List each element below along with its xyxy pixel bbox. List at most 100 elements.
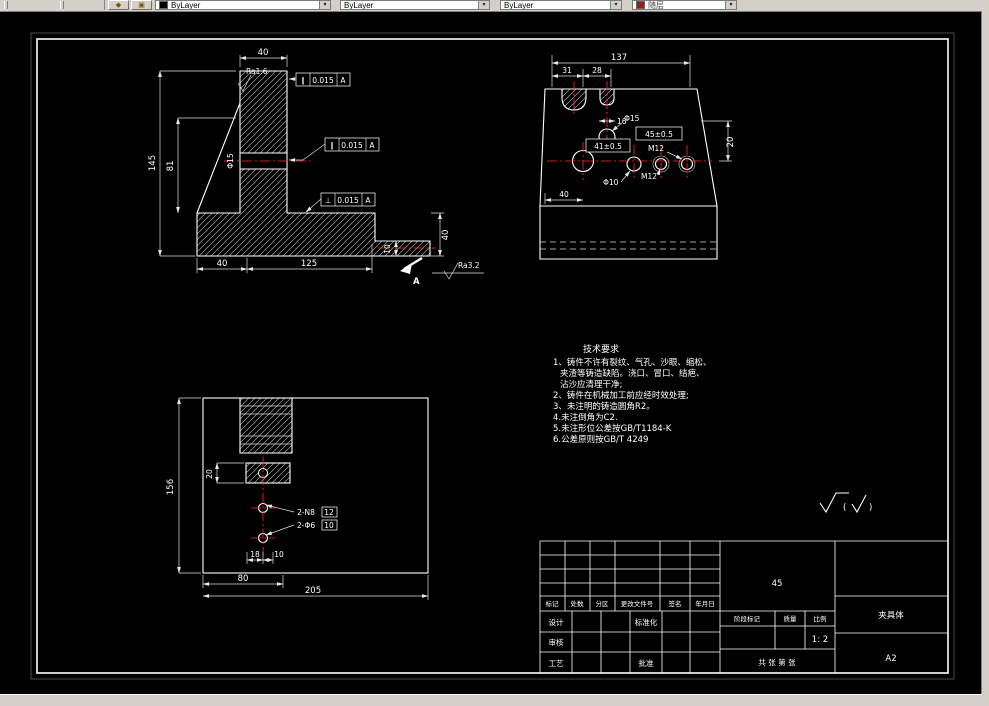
scale-value: 1: 2 [812,635,828,645]
tech-req-line: 6.公差原则按GB/T 4249 [553,434,648,445]
fcf-symbol: ⊥ [325,196,332,205]
technical-requirements: 技术要求 1、铸件不许有裂纹、气孔、沙眼、缩松、 夹渣等铸造缺陷。浇口、冒口、结… [553,343,711,445]
fcf-tolerance: 0.015 [337,196,359,205]
tech-req-line: 沾沙应清理干净; [560,379,622,390]
dim-label: 40 [559,190,569,199]
tech-req-line: 2、铸件在机械加工前应经时效处理; [553,390,689,401]
part-name: 夹具体 [878,610,904,621]
thread-note: M12 [648,144,664,153]
chevron-down-icon[interactable]: ▾ [725,1,736,9]
fcf-tolerance: 0.015 [312,76,334,85]
model-space-canvas[interactable]: 40 Ra1.6 ∥ 0.015 A ∥ 0.015 A ⊥ 0.015 A 1… [0,11,982,695]
tech-req-line: 夹渣等铸造缺陷。浇口、冒口、结疤、 [560,368,705,379]
hole-note: Φ10 [603,178,619,187]
tolerance-frame: ∥ 0.015 A [288,72,351,87]
fcf-datum: A [340,76,346,85]
fcf-tolerance: 0.015 [341,141,363,150]
material-value: 45 [772,579,783,589]
revision-header: 处数 [571,599,585,608]
layers-icon: ▣ [138,2,145,9]
tolerance-frame: ⊥ 0.015 A [305,192,376,213]
dim-label: 20 [205,469,214,479]
hole-note: Φ15 [624,114,640,123]
dim-label: 28 [592,66,602,75]
hole-note-depth: 12 [324,508,334,517]
stage-mark-label: 阶段标记 [734,614,761,623]
dim-label: 41±0.5 [594,142,622,151]
layer-tool-icon: ◆ [115,2,122,9]
linetype-control-combo[interactable]: ByLayer ▾ [340,0,490,10]
title-block: 标记 处数 分区 更改文件号 签名 年月日 设计 标准化 审核 工艺 批准 45… [539,540,948,673]
tech-req-line: 1、铸件不许有裂纹、气孔、沙眼、缩松、 [553,357,711,368]
hole-note-depth: 10 [324,521,334,530]
roughness-symbol-icon [851,494,867,514]
drawing-canvas[interactable]: 40 Ra1.6 ∥ 0.015 A ∥ 0.015 A ⊥ 0.015 A 1… [0,11,982,695]
dim-label: 80 [238,574,249,584]
hole-note: 2-Φ6 [297,521,315,530]
sheet-count: 共 张 第 张 [758,657,796,667]
chevron-down-icon[interactable]: ▾ [478,1,489,9]
revision-header: 年月日 [695,599,715,608]
dim-label: 10 [274,550,284,559]
fcf-symbol: ∥ [301,76,305,85]
plot-style-value: 随层 [648,0,664,10]
dim-label: 81 [166,161,176,172]
dim-label: 40 [217,259,228,269]
role-label-process: 工艺 [549,659,564,668]
fcf-datum: A [369,141,375,150]
drawing-frame [30,32,955,680]
sheet-size: A2 [885,654,896,664]
top-plan-view: 137 31 28 16 Φ15 41±0.5 45±0.5 M12 M12 Φ… [539,53,736,260]
fcf-symbol: ∥ [330,141,334,150]
toolbar-grip[interactable] [60,1,64,9]
layer-previous-button[interactable]: ▣ [131,0,152,10]
toolbar-grip[interactable] [4,1,8,9]
dim-label: 10 [383,244,392,254]
tech-req-line: 5.未注形位公差按GB/T1184-K [553,423,672,434]
color-control-combo[interactable]: ByLayer ▾ [155,0,331,10]
paren-open: ( [843,503,846,513]
plot-style-control-combo[interactable]: 随层 ▾ [632,0,737,10]
chevron-down-icon[interactable]: ▾ [610,1,621,9]
make-object-layer-current-button[interactable]: ◆ [108,0,129,10]
role-label-design: 设计 [549,617,564,627]
hole-note: 2-N8 [297,508,315,517]
lineweight-value: ByLayer [504,0,534,10]
tech-req-line: 3、未注明的铸造圆角R2。 [553,401,655,412]
dim-label: 31 [562,66,572,75]
vertical-scrollbar[interactable] [981,0,989,706]
dim-label: 40 [258,48,269,58]
color-swatch-icon [159,1,168,9]
revision-header: 分区 [596,599,610,608]
role-label-approve: 批准 [639,658,654,668]
mass-label: 质量 [784,614,798,623]
dim-label: 45±0.5 [645,130,673,139]
chevron-down-icon[interactable]: ▾ [319,1,330,9]
revision-header: 标记 [546,599,560,608]
roughness-label: Ra1.6 [246,67,268,76]
color-value: ByLayer [171,0,201,10]
command-line-edge [0,694,982,706]
scale-label: 比例 [814,614,827,623]
role-label-standard: 标准化 [635,617,658,627]
section-label: A [413,277,420,287]
dim-label: 145 [148,155,158,171]
linetype-value: ByLayer [344,0,374,10]
paren-close: ) [869,503,872,513]
plot-style-swatch-icon [636,1,645,9]
tech-req-title: 技术要求 [583,343,619,355]
revision-header: 更改文件号 [621,599,654,608]
toolbar-dock-area [0,0,105,10]
properties-toolbar: ◆ ▣ ByLayer ▾ ByLayer ▾ ByLayer ▾ 随层 ▾ [0,0,982,12]
front-section-view: 40 Ra1.6 ∥ 0.015 A ∥ 0.015 A ⊥ 0.015 A 1… [148,48,484,287]
dim-label: 156 [166,479,176,495]
lineweight-control-combo[interactable]: ByLayer ▾ [500,0,622,10]
tech-req-line: 4.未注倒角为C2. [553,412,618,423]
dim-label: 205 [305,586,321,596]
dim-label: 20 [726,137,736,148]
dim-label: 18 [250,550,260,559]
fcf-datum: A [365,196,371,205]
bottom-plan-view: 2-N8 12 2-Φ6 10 18 10 20 156 80 205 [166,397,429,600]
tolerance-frame: ∥ 0.015 A [288,137,380,162]
roughness-label: Ra3.2 [458,261,480,270]
